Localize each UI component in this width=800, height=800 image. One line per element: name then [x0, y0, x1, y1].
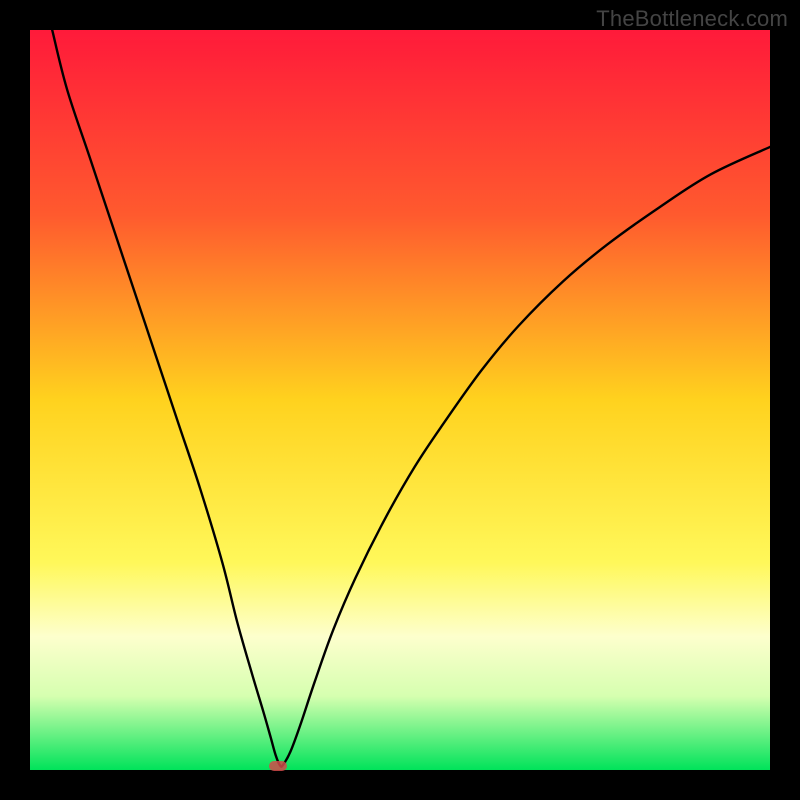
- chart-frame: TheBottleneck.com: [0, 0, 800, 800]
- optimal-point-marker: [269, 761, 287, 771]
- attribution-label: TheBottleneck.com: [596, 6, 788, 32]
- chart-svg: [30, 30, 770, 770]
- gradient-background: [30, 30, 770, 770]
- plot-area: [30, 30, 770, 770]
